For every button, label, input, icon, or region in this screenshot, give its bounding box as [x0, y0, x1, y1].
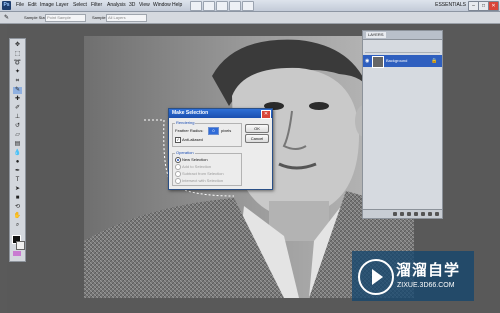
menu-file[interactable]: File — [16, 2, 24, 8]
bridge-button[interactable] — [190, 1, 202, 11]
tab-layers[interactable]: LAYERS — [366, 32, 386, 38]
move-tool-icon[interactable]: ✥ — [13, 42, 22, 49]
layer-row-background[interactable]: ◉ Background 🔒 — [363, 55, 442, 68]
make-selection-dialog: Make Selection ✕ Rendering Feather Radiu… — [168, 108, 273, 190]
arrange-documents-button[interactable] — [229, 1, 241, 11]
brush-tool-icon[interactable]: ✐ — [13, 105, 22, 112]
sample-select[interactable]: All Layers — [106, 14, 147, 22]
quick-select-tool-icon[interactable]: ✦ — [13, 69, 22, 76]
adjustment-layer-icon[interactable] — [414, 212, 418, 216]
screen-mode-button[interactable] — [242, 1, 254, 11]
eyedropper-icon[interactable]: ✎ — [13, 87, 22, 94]
blur-tool-icon[interactable]: 💧 — [13, 150, 22, 157]
menu-bar: Ps File Edit Image Layer Select Filter A… — [0, 0, 500, 12]
subtract-from-selection-radio[interactable] — [175, 171, 181, 177]
dodge-tool-icon[interactable]: ● — [13, 159, 22, 166]
menu-image[interactable]: Image — [40, 2, 54, 8]
lasso-tool-icon[interactable]: ➰ — [13, 60, 22, 67]
eraser-tool-icon[interactable]: ▱ — [13, 132, 22, 139]
feather-unit-label: pixels — [221, 128, 232, 133]
background-color-swatch[interactable] — [16, 241, 25, 250]
watermark-url: ZIXUE.3D66.COM — [397, 282, 455, 289]
eye-icon[interactable]: ◉ — [365, 58, 369, 64]
intersect-with-selection-label: Intersect with Selection — [182, 178, 224, 183]
sample-size-select[interactable]: Point Sample — [45, 14, 86, 22]
clone-stamp-icon[interactable]: ⊥ — [13, 114, 22, 121]
menu-window[interactable]: Window — [153, 2, 171, 8]
rendering-group-label: Rendering — [175, 120, 196, 125]
hand-tool-icon[interactable]: ✋ — [13, 213, 22, 220]
link-layers-icon[interactable] — [393, 212, 397, 216]
photoshop-logo: Ps — [2, 1, 11, 10]
menu-help[interactable]: Help — [172, 2, 182, 8]
trash-icon[interactable] — [435, 212, 439, 216]
layer-style-icon[interactable] — [400, 212, 404, 216]
eyedropper-tool-icon[interactable]: ✎ — [4, 14, 9, 21]
layer-thumbnail — [372, 56, 384, 68]
pen-tool-icon[interactable]: ✒ — [13, 168, 22, 175]
menu-layer[interactable]: Layer — [56, 2, 69, 8]
intersect-with-selection-radio[interactable] — [175, 178, 181, 184]
feather-radius-label: Feather Radius: — [175, 128, 204, 133]
add-to-selection-label: Add to Selection — [182, 164, 212, 169]
history-brush-icon[interactable]: ↺ — [13, 123, 22, 130]
right-eye — [309, 102, 329, 110]
lock-icon: 🔒 — [431, 58, 438, 64]
crop-tool-icon[interactable]: ⌗ — [13, 78, 22, 85]
3d-rotate-icon[interactable]: ⟲ — [13, 204, 22, 211]
menu-3d[interactable]: 3D — [129, 2, 135, 8]
subtract-from-selection-label: Subtract from Selection — [182, 171, 224, 176]
layer-name: Background — [386, 58, 408, 63]
dialog-close-button[interactable]: ✕ — [261, 110, 271, 119]
mini-bridge-button[interactable] — [203, 1, 215, 11]
menu-view[interactable]: View — [139, 2, 150, 8]
layer-options-row — [365, 42, 440, 53]
watermark: 溜溜自学 ZIXUE.3D66.COM — [352, 251, 474, 301]
marquee-tool-icon[interactable]: ⬚ — [13, 51, 22, 58]
quick-mask-icon[interactable] — [13, 251, 21, 256]
shape-tool-icon[interactable]: ■ — [13, 195, 22, 202]
dialog-title: Make Selection — [169, 109, 272, 118]
ok-button[interactable]: OK — [245, 124, 269, 133]
gradient-tool-icon[interactable]: ▤ — [13, 141, 22, 148]
type-tool-icon[interactable]: T — [13, 177, 22, 184]
workspace-switcher[interactable]: ESSENTIALS — [435, 2, 466, 8]
options-bar: ✎ Sample Size: Point Sample Sample: All … — [0, 12, 500, 24]
menu-filter[interactable]: Filter — [91, 2, 102, 8]
cancel-button[interactable]: Cancel — [245, 134, 269, 143]
layers-panel: LAYERS ◉ Background 🔒 — [362, 30, 443, 219]
zoom-tool-icon[interactable]: ⌕ — [13, 222, 22, 229]
add-to-selection-radio[interactable] — [175, 164, 181, 170]
rendering-group — [172, 123, 242, 147]
play-logo-icon — [358, 259, 394, 295]
tools-panel: ✥ ⬚ ➰ ✦ ⌗ ✎ ✚ ✐ ⊥ ↺ ▱ ▤ 💧 ● ✒ T ➤ ■ ⟲ ✋ … — [9, 38, 26, 262]
menu-edit[interactable]: Edit — [28, 2, 37, 8]
feather-radius-input[interactable]: 0 — [208, 127, 219, 135]
new-selection-radio[interactable] — [175, 157, 181, 163]
healing-brush-icon[interactable]: ✚ — [13, 96, 22, 103]
zoom-level-button[interactable] — [216, 1, 228, 11]
path-select-icon[interactable]: ➤ — [13, 186, 22, 193]
close-window-button[interactable]: ✕ — [488, 1, 499, 11]
sample-label: Sample: — [92, 15, 107, 20]
layers-panel-footer — [363, 209, 442, 218]
layers-panel-header: LAYERS — [363, 31, 442, 40]
anti-aliased-label: Anti-aliased — [182, 137, 203, 142]
new-selection-label: New Selection — [182, 157, 208, 162]
new-layer-icon[interactable] — [428, 212, 432, 216]
new-group-icon[interactable] — [421, 212, 425, 216]
anti-aliased-checkbox[interactable]: ✓ — [175, 137, 181, 143]
add-mask-icon[interactable] — [407, 212, 411, 216]
menu-analysis[interactable]: Analysis — [107, 2, 126, 8]
menu-select[interactable]: Select — [73, 2, 87, 8]
watermark-text: 溜溜自学 — [396, 261, 461, 279]
operation-group-label: Operation — [175, 150, 195, 155]
